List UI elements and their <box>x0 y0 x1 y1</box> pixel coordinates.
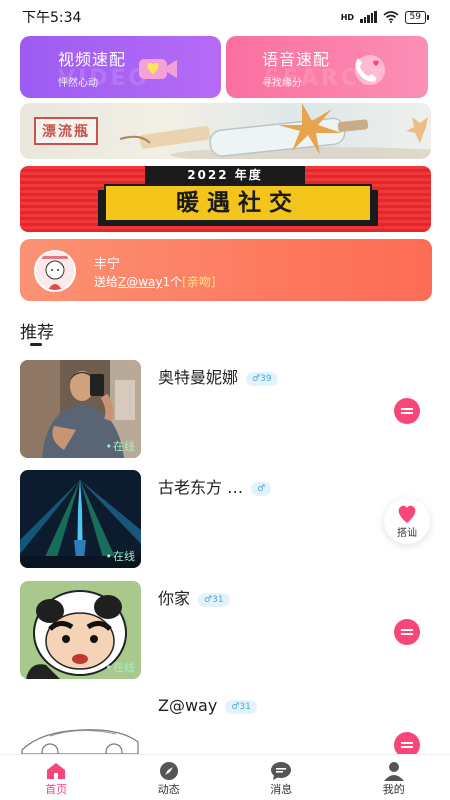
user-name[interactable]: 奥特曼妮娜 ♂39 <box>158 364 278 388</box>
tab-label: 我的 <box>382 783 405 796</box>
bottom-tab-bar: 首页 动态 消息 我的 <box>0 754 450 800</box>
chat-button[interactable] <box>394 619 420 645</box>
profile-icon <box>383 762 404 781</box>
user-photo[interactable]: 在线 <box>20 360 141 458</box>
online-status: 在线 <box>106 659 135 675</box>
gender-age-badge: ♂ <box>251 482 272 496</box>
chat-button[interactable] <box>394 398 420 424</box>
list-item[interactable]: 在线 你家 ♂31 <box>20 581 430 681</box>
gender-age-badge: ♂31 <box>225 700 257 714</box>
cartoon-avatar-image <box>36 252 74 290</box>
age-text: 39 <box>260 374 272 384</box>
male-icon: ♂ <box>204 595 213 605</box>
user-photo[interactable] <box>20 692 141 754</box>
drift-bottle-banner[interactable]: 漂流瓶 <box>20 103 431 159</box>
event-banner[interactable]: 2022 年度 暖遇社交 <box>20 166 431 232</box>
home-icon <box>47 763 66 779</box>
user-name-text: 你家 <box>158 589 191 608</box>
event-title: 暖遇社交 <box>104 184 372 222</box>
status-time: 下午5:34 <box>22 10 82 26</box>
phone-heart-icon <box>355 55 385 85</box>
voice-match-card[interactable]: SEARCH 语音速配 寻找缘分 <box>226 36 428 98</box>
event-year: 2022 年度 <box>145 166 305 184</box>
tab-home[interactable]: 首页 <box>0 755 113 800</box>
male-icon: ♂ <box>252 374 261 384</box>
list-item[interactable]: 在线 奥特曼妮娜 ♂39 <box>20 360 430 460</box>
user-name-text: Z@way <box>158 696 218 715</box>
wifi-icon <box>383 11 399 23</box>
gift-feed-card[interactable]: 丰宁 送给Z@way1个[亲吻] <box>20 239 432 301</box>
online-status: 在线 <box>106 438 135 454</box>
tab-label: 首页 <box>45 783 68 796</box>
voice-match-title: 语音速配 <box>262 50 331 69</box>
section-title[interactable]: 推荐 <box>20 318 54 343</box>
user-name[interactable]: 你家 ♂31 <box>158 585 230 609</box>
battery-icon: 59 <box>404 10 430 24</box>
greet-button[interactable]: 搭讪 <box>384 498 430 544</box>
gift-sender-name[interactable]: 丰宁 <box>94 253 120 272</box>
user-name-text: 奥特曼妮娜 <box>158 368 239 387</box>
heart-icon <box>398 505 416 523</box>
gift-prefix: 送给 <box>94 275 119 289</box>
avatar[interactable] <box>34 250 76 292</box>
video-camera-heart-icon <box>139 59 177 79</box>
drift-bottle-badge: 漂流瓶 <box>34 117 98 145</box>
online-status: 在线 <box>106 548 135 564</box>
video-match-card[interactable]: VIDEO 视频速配 怦然心动 <box>20 36 221 98</box>
gender-age-badge: ♂31 <box>198 593 230 607</box>
status-bar: 下午5:34 HD 59 <box>0 0 450 34</box>
gift-item: [亲吻] <box>182 275 216 289</box>
compass-icon <box>159 762 178 780</box>
status-icons: HD 59 <box>340 10 430 24</box>
user-photo[interactable]: 在线 <box>20 581 141 679</box>
tab-messages[interactable]: 消息 <box>225 755 338 800</box>
signal-icon <box>360 11 377 23</box>
list-item[interactable]: 在线 古老东方 … ♂ 搭讪 <box>20 470 430 570</box>
gift-message: 送给Z@way1个[亲吻] <box>94 273 216 290</box>
voice-match-subtitle: 寻找缘分 <box>262 78 302 89</box>
gift-count: 1个 <box>162 275 183 289</box>
age-text: 31 <box>212 595 224 605</box>
tab-label: 动态 <box>157 783 180 796</box>
gender-age-badge: ♂39 <box>246 372 278 386</box>
greet-label: 搭讪 <box>397 528 417 539</box>
gift-recipient[interactable]: Z@way <box>118 275 163 289</box>
message-icon <box>271 762 292 780</box>
section-underline <box>30 343 42 346</box>
tab-label: 消息 <box>270 783 293 796</box>
network-type: HD <box>340 12 355 22</box>
age-text: 31 <box>239 702 251 712</box>
user-name[interactable]: Z@way ♂31 <box>158 696 257 715</box>
user-photo-image <box>20 692 141 754</box>
tab-profile[interactable]: 我的 <box>338 755 450 800</box>
tab-moments[interactable]: 动态 <box>113 755 226 800</box>
user-photo[interactable]: 在线 <box>20 470 141 568</box>
user-name[interactable]: 古老东方 … ♂ <box>158 474 272 498</box>
male-icon: ♂ <box>257 484 266 494</box>
user-name-text: 古老东方 … <box>158 478 244 497</box>
